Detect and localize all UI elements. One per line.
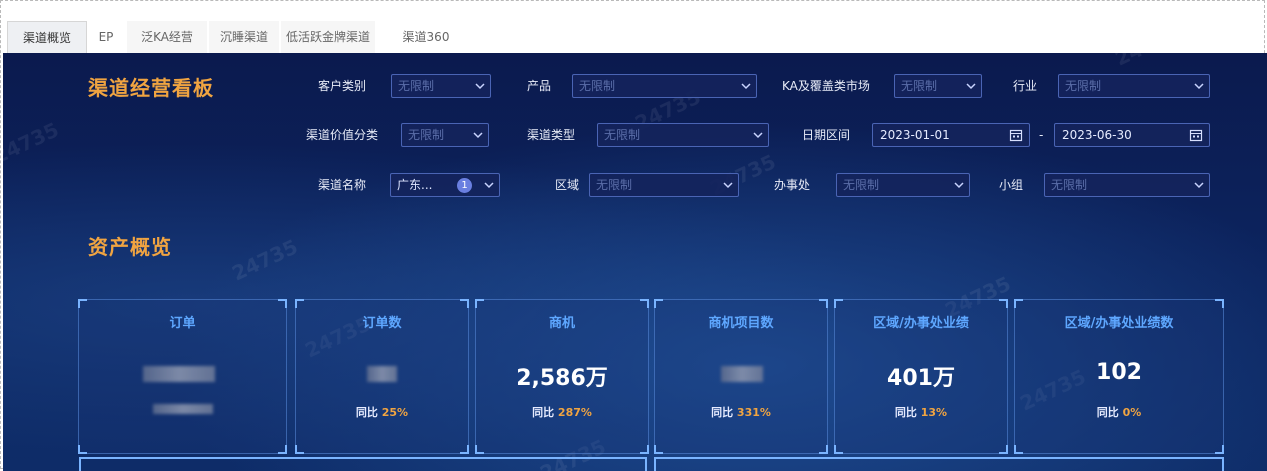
- calendar-icon[interactable]: [1009, 128, 1023, 142]
- office-select[interactable]: 无限制: [836, 173, 970, 197]
- filter-label-industry: 行业: [1013, 79, 1038, 93]
- chevron-down-icon: [484, 182, 494, 189]
- kpi-card-region-performance-count[interactable]: 区域/办事处业绩数 102 同比 0%: [1014, 299, 1224, 454]
- redacted-value: [367, 366, 397, 382]
- chevron-down-icon: [473, 132, 483, 139]
- customer-type-select[interactable]: 无限制: [391, 74, 491, 98]
- chevron-down-icon: [1194, 182, 1204, 189]
- chevron-down-icon: [1194, 83, 1204, 90]
- filter-label-group: 小组: [999, 178, 1024, 192]
- tab-dormant-channel[interactable]: 沉睡渠道: [209, 21, 279, 53]
- dashboard-title: 渠道经营看板: [88, 76, 214, 100]
- tab-ka-operation[interactable]: 泛KA经营: [127, 21, 207, 53]
- kpi-title: 商机: [548, 316, 575, 331]
- kpi-yoy: 同比 287%: [532, 406, 592, 419]
- watermark: 24735: [228, 234, 302, 286]
- dashboard-panel: 24735 24735 24735 24735 24735 24735 2473…: [3, 53, 1267, 471]
- filter-label-date-range: 日期区间: [802, 128, 851, 142]
- kpi-value: 102: [1096, 360, 1142, 385]
- chevron-down-icon: [954, 182, 964, 189]
- selected-count-badge: 1: [457, 178, 472, 193]
- product-select[interactable]: 无限制: [572, 74, 757, 98]
- channel-type-select[interactable]: 无限制: [597, 123, 769, 147]
- tab-low-active-gold-channel[interactable]: 低活跃金牌渠道: [281, 21, 375, 53]
- chevron-down-icon: [966, 83, 976, 90]
- kpi-yoy: 同比 0%: [1096, 406, 1142, 419]
- start-date-input[interactable]: 2023-01-01: [872, 123, 1030, 147]
- filter-label-channel-value: 渠道价值分类: [306, 128, 379, 142]
- filter-label-channel-type: 渠道类型: [527, 128, 576, 142]
- kpi-title: 区域/办事处业绩数: [1064, 316, 1174, 331]
- lower-panel-right: [654, 457, 1224, 471]
- tab-bar: 渠道概览 EP 泛KA经营 沉睡渠道 低活跃金牌渠道 渠道360: [0, 21, 1267, 54]
- redacted-value: [721, 366, 763, 382]
- watermark: 24735: [3, 117, 63, 169]
- filter-label-customer-type: 客户类别: [318, 79, 367, 93]
- kpi-yoy: 同比 331%: [711, 406, 771, 419]
- kpi-title: 订单数: [362, 316, 402, 331]
- redacted-yoy: [153, 404, 213, 414]
- tab-ep[interactable]: EP: [89, 21, 123, 53]
- date-range-separator: -: [1039, 128, 1044, 142]
- kpi-card-opportunities[interactable]: 商机 2,586万 同比 287%: [475, 299, 649, 454]
- industry-select[interactable]: 无限制: [1058, 74, 1210, 98]
- tab-channel-360[interactable]: 渠道360: [390, 21, 462, 53]
- kpi-card-region-performance[interactable]: 区域/办事处业绩 401万 同比 13%: [834, 299, 1008, 454]
- kpi-title: 订单: [169, 316, 196, 331]
- filter-label-ka-market: KA及覆盖类市场: [782, 79, 870, 93]
- kpi-card-opportunity-projects[interactable]: 商机项目数 同比 331%: [654, 299, 828, 454]
- filter-label-product: 产品: [527, 79, 552, 93]
- redacted-value: [143, 366, 215, 382]
- tab-channel-overview[interactable]: 渠道概览: [7, 21, 87, 54]
- group-select[interactable]: 无限制: [1044, 173, 1210, 197]
- kpi-title: 区域/办事处业绩: [873, 316, 969, 331]
- kpi-yoy: 同比 13%: [894, 406, 948, 419]
- chevron-down-icon: [753, 132, 763, 139]
- kpi-value: 401万: [887, 366, 955, 391]
- lower-panel-left: [79, 457, 647, 471]
- filter-label-office: 办事处: [774, 178, 811, 192]
- channel-value-select[interactable]: 无限制: [401, 123, 489, 147]
- filter-label-channel-name: 渠道名称: [318, 178, 367, 192]
- kpi-title: 商机项目数: [708, 316, 774, 331]
- region-select[interactable]: 无限制: [589, 173, 739, 197]
- calendar-icon[interactable]: [1189, 128, 1203, 142]
- kpi-value: 2,586万: [516, 366, 608, 391]
- channel-name-select[interactable]: 广东... 1: [390, 173, 500, 197]
- end-date-input[interactable]: 2023-06-30: [1054, 123, 1210, 147]
- ka-market-select[interactable]: 无限制: [894, 74, 982, 98]
- kpi-yoy: 同比 25%: [355, 406, 409, 419]
- section-title: 资产概览: [88, 235, 172, 259]
- chevron-down-icon: [741, 83, 751, 90]
- watermark: 24735: [1111, 53, 1184, 71]
- chevron-down-icon: [723, 182, 733, 189]
- kpi-card-orders[interactable]: 订单: [78, 299, 287, 454]
- filter-label-region: 区域: [555, 178, 580, 192]
- kpi-card-order-count[interactable]: 订单数 同比 25%: [295, 299, 469, 454]
- chevron-down-icon: [475, 83, 485, 90]
